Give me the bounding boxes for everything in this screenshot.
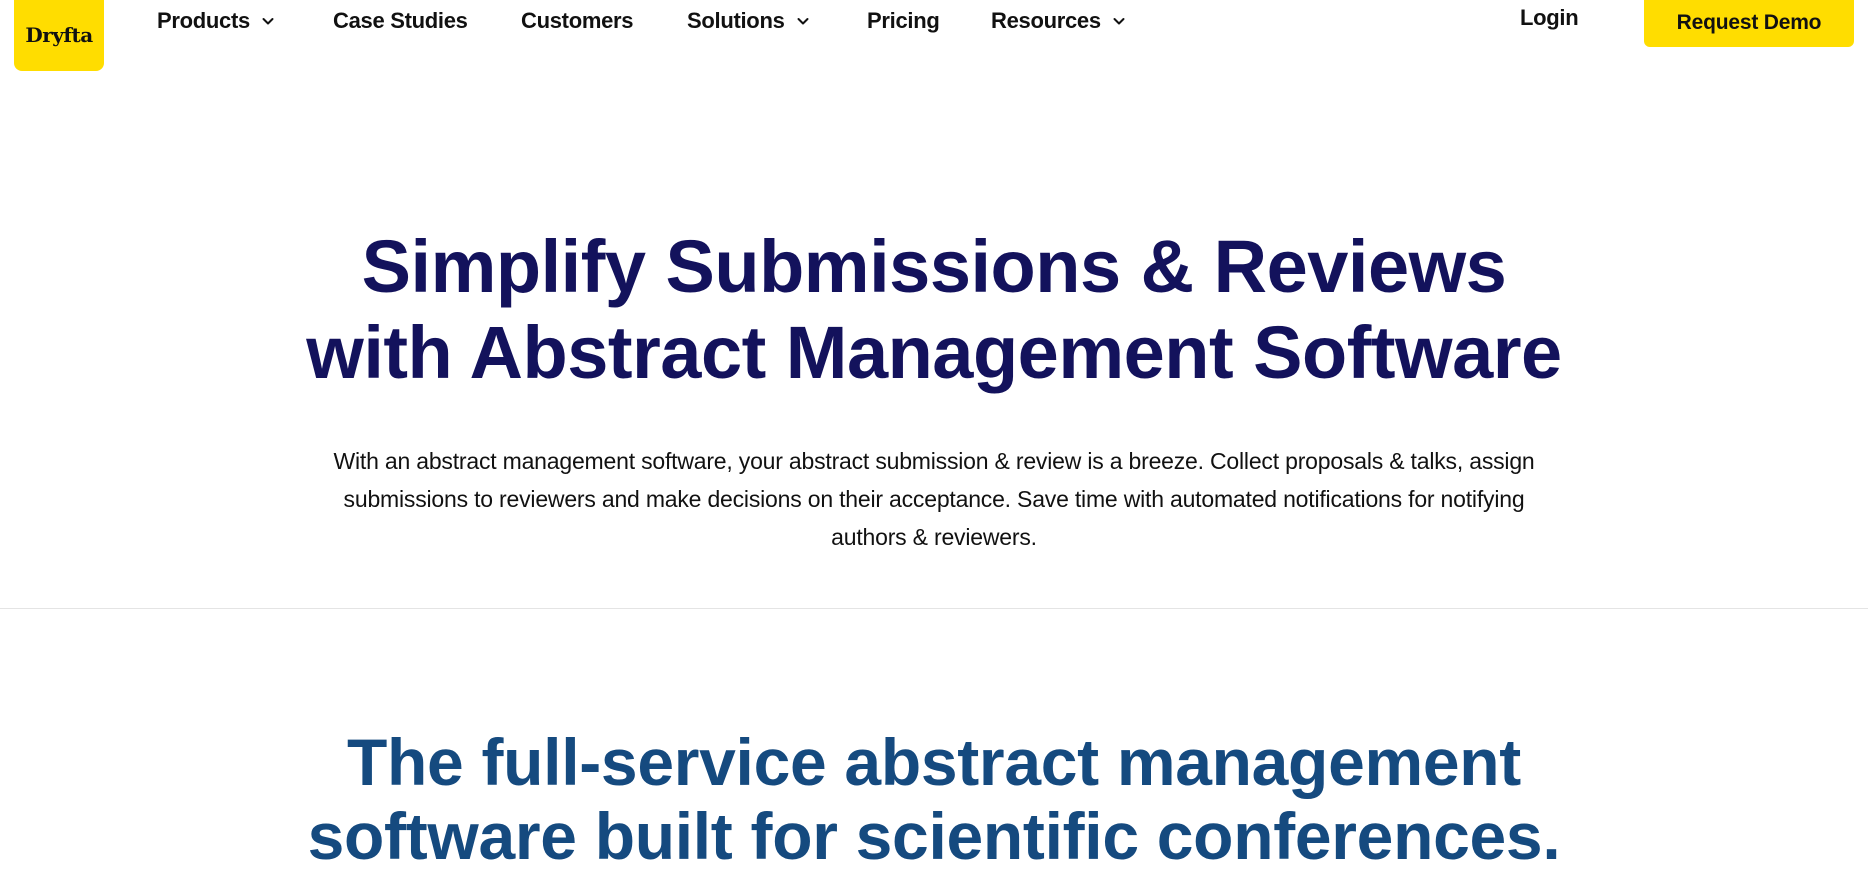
nav-item-products[interactable]: Products (157, 8, 276, 34)
nav-item-solutions[interactable]: Solutions (687, 8, 811, 34)
chevron-down-icon (260, 13, 276, 29)
hero-title-line-2: with Abstract Management Software (306, 311, 1562, 394)
section-title-line-1: The full-service abstract management (347, 725, 1521, 799)
section-divider (0, 608, 1868, 609)
nav-item-label: Solutions (687, 8, 785, 33)
request-demo-button[interactable]: Request Demo (1644, 0, 1854, 47)
nav-item-label: Products (157, 8, 250, 33)
hero-section: Simplify Submissions & Reviews with Abst… (0, 224, 1868, 556)
hero-description: With an abstract management software, yo… (333, 448, 1535, 550)
nav-item-pricing[interactable]: Pricing (867, 8, 940, 34)
nav-item-label: Resources (991, 8, 1101, 33)
hero-title-line-1: Simplify Submissions & Reviews (361, 225, 1507, 308)
nav-item-customers[interactable]: Customers (521, 8, 634, 34)
section-title-line-2: software built for scientific conference… (307, 799, 1561, 873)
nav-item-resources[interactable]: Resources (991, 8, 1127, 34)
page: Dryfta Products Case Studies Customers S… (0, 0, 1868, 891)
nav-item-label: Case Studies (333, 8, 468, 33)
nav-item-label: Customers (521, 8, 634, 33)
nav-item-case-studies[interactable]: Case Studies (333, 8, 468, 34)
chevron-down-icon (1111, 13, 1127, 29)
hero-title: Simplify Submissions & Reviews with Abst… (0, 224, 1868, 396)
nav-item-label: Pricing (867, 8, 940, 33)
features-intro-section: The full-service abstract management sof… (0, 725, 1868, 873)
main-nav: Products Case Studies Customers Solution… (0, 0, 1868, 46)
chevron-down-icon (795, 13, 811, 29)
login-link[interactable]: Login (1520, 5, 1579, 31)
section-title: The full-service abstract management sof… (0, 725, 1868, 873)
